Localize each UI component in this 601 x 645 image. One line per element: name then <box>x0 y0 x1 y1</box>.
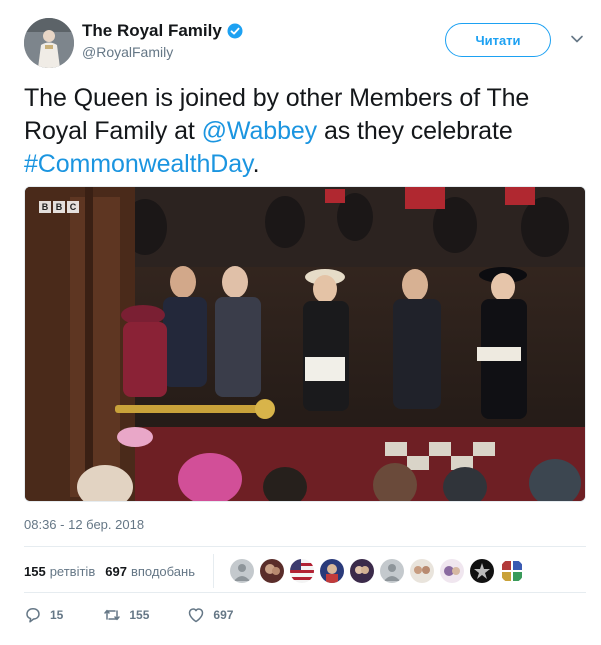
follow-button[interactable]: Читати <box>445 23 551 57</box>
liker-avatar[interactable] <box>439 559 464 583</box>
photo-avatar-icon <box>499 559 524 583</box>
photo-illustration <box>25 187 585 501</box>
watermark-letter: B <box>39 201 51 213</box>
hashtag-link[interactable]: #CommonwealthDay <box>24 150 253 178</box>
like-count: 697 <box>213 608 234 622</box>
heart-icon <box>189 608 204 623</box>
watermark-letter: B <box>53 201 65 213</box>
photo-avatar-icon <box>349 559 374 583</box>
reply-icon <box>26 608 40 623</box>
photo-avatar-icon <box>259 559 284 583</box>
liker-avatar[interactable] <box>409 559 434 583</box>
tweet-stats: 155 ретвітів 697 вподобань <box>24 554 524 588</box>
stats-separator <box>212 554 214 588</box>
likes-label: вподобань <box>130 563 195 579</box>
tweet-header: The Royal Family @RoyalFamily Читати <box>24 18 589 68</box>
divider <box>24 546 586 547</box>
liker-avatar[interactable] <box>469 559 494 583</box>
likes-count: 697 <box>105 563 127 579</box>
likers-avatars <box>229 559 524 583</box>
tweet-text-part: . <box>252 150 260 178</box>
mention-link[interactable]: @Wabbey <box>202 117 318 145</box>
retweet-count: 155 <box>129 608 150 622</box>
retweet-icon <box>104 609 121 621</box>
verified-badge-icon <box>227 23 243 39</box>
name-block: The Royal Family @RoyalFamily <box>82 21 243 60</box>
reply-button[interactable]: 15 <box>24 606 63 624</box>
photo-avatar-icon <box>409 559 434 583</box>
retweets-label: ретвітів <box>49 563 96 579</box>
liker-avatar[interactable] <box>289 559 314 583</box>
avatar-image <box>24 18 74 68</box>
liker-avatar[interactable] <box>229 559 254 583</box>
likes-stat[interactable]: 697 вподобань <box>105 564 195 579</box>
tweet-text-part: as they celebrate <box>317 117 513 145</box>
reply-count: 15 <box>50 608 64 622</box>
default-avatar-icon <box>379 559 404 583</box>
photo-avatar-icon <box>469 559 494 583</box>
liker-avatar[interactable] <box>499 559 524 583</box>
like-button[interactable]: 697 <box>187 606 233 624</box>
liker-avatar[interactable] <box>259 559 284 583</box>
tweet-photo[interactable]: B B C <box>24 186 586 502</box>
divider <box>24 592 586 593</box>
flag-avatar-icon <box>289 559 314 583</box>
display-name[interactable]: The Royal Family <box>82 21 222 41</box>
retweets-count: 155 <box>24 563 46 579</box>
tweet-actions: 15 155 697 <box>24 606 233 624</box>
retweets-stat[interactable]: 155 ретвітів <box>24 564 95 579</box>
liker-avatar[interactable] <box>349 559 374 583</box>
tweet-timestamp[interactable]: 08:36 - 12 бер. 2018 <box>24 517 144 532</box>
retweet-button[interactable]: 155 <box>103 606 149 624</box>
handle[interactable]: @RoyalFamily <box>82 44 243 60</box>
default-avatar-icon <box>229 559 254 583</box>
photo-avatar-icon <box>319 559 344 583</box>
chevron-down-icon[interactable] <box>569 31 585 47</box>
photo-avatar-icon <box>439 559 464 583</box>
name-row: The Royal Family <box>82 21 243 41</box>
bbc-watermark: B B C <box>39 201 79 213</box>
liker-avatar[interactable] <box>319 559 344 583</box>
watermark-letter: C <box>67 201 79 213</box>
tweet-text: The Queen is joined by other Members of … <box>24 82 590 181</box>
avatar[interactable] <box>24 18 74 68</box>
liker-avatar[interactable] <box>379 559 404 583</box>
